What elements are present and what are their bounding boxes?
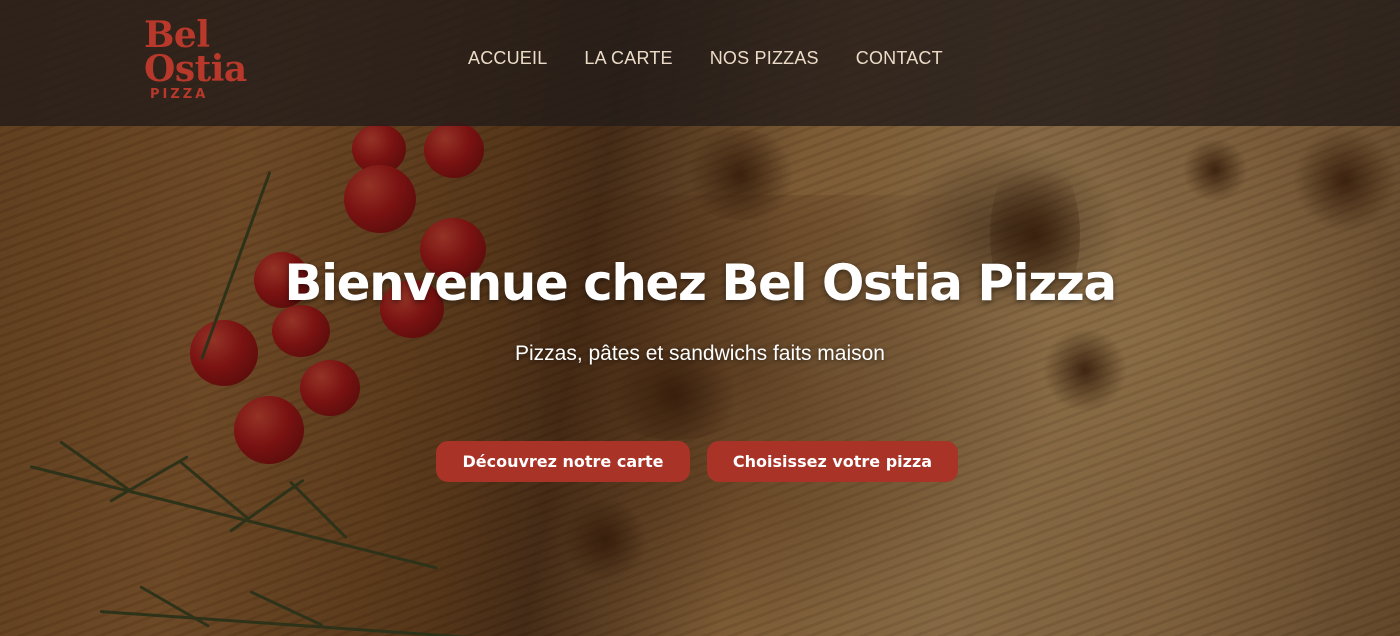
hero-title: Bienvenue chez Bel Ostia Pizza — [284, 254, 1117, 312]
hero-subtitle: Pizzas, pâtes et sandwichs faits maison — [514, 342, 885, 365]
hero-section: Bienvenue chez Bel Ostia Pizza Pizzas, p… — [0, 0, 1400, 636]
choose-pizza-button[interactable]: Choisissez votre pizza — [707, 441, 958, 482]
discover-menu-button[interactable]: Découvrez notre carte — [436, 441, 690, 482]
